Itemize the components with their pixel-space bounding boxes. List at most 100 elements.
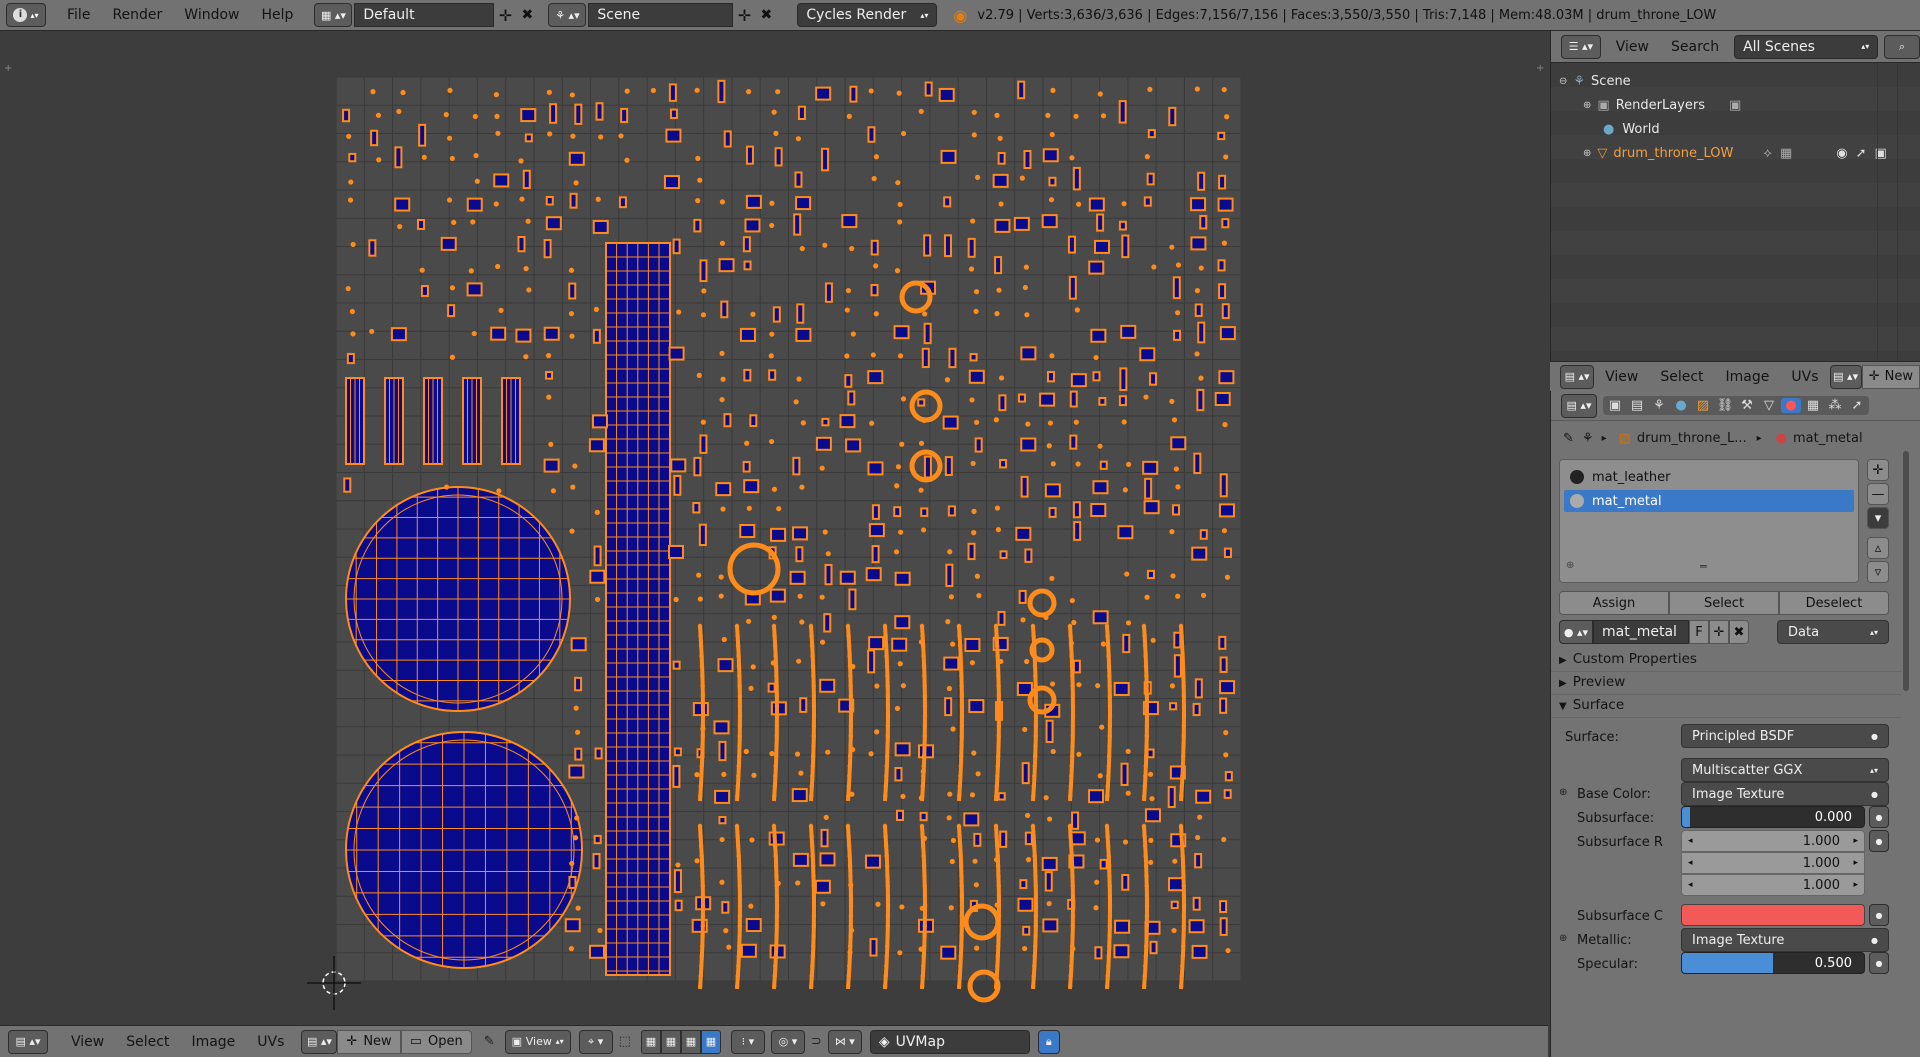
uv-vertex[interactable] [546,394,552,400]
distribution-dropdown[interactable]: Multiscatter GGX ▴▾ [1681,758,1889,782]
uv-vertex[interactable] [719,199,726,205]
uv-vertex[interactable] [771,983,777,989]
uv-vertex[interactable] [569,860,575,867]
uv-vertex[interactable] [995,863,1001,869]
region-toggle-right-icon[interactable]: + [1536,63,1544,74]
uv-map-field[interactable]: ◈ UVMap [869,1029,1030,1054]
uv-vertex[interactable] [969,660,976,666]
specular-socket-button[interactable]: ● [1869,952,1889,974]
uv-vertex[interactable] [1031,843,1037,849]
uv-vertex[interactable] [847,863,853,869]
uv-vertex[interactable] [1180,953,1185,959]
falloff-dropdown[interactable]: ◎ ▾ [770,1029,805,1054]
uv-vertex[interactable] [1144,873,1149,879]
uv-vertex[interactable] [844,307,850,313]
uv-island-small[interactable] [718,258,735,273]
uv-vertex[interactable] [994,843,1000,849]
uv-vertex[interactable] [735,783,740,789]
uv-vertex[interactable] [873,154,879,160]
uv-vertex[interactable] [1105,973,1110,979]
uv-vertex[interactable] [956,983,962,989]
menu-select[interactable]: Select [115,1034,180,1050]
uv-island-small[interactable] [466,197,483,212]
uv-vertex[interactable] [771,109,777,115]
tree-row-scene[interactable]: ⊖ ⚘ Scene [1551,69,1920,93]
uv-island-small[interactable] [1045,719,1054,743]
uv-vertex[interactable] [1181,903,1187,909]
uv-island-small[interactable] [1121,874,1130,891]
uv-island-small[interactable] [1221,218,1230,229]
uv-vertex[interactable] [1106,773,1111,779]
uv-vertex[interactable] [1033,723,1039,729]
subsurface-r-z-field[interactable]: ◂ 1.000 ▸ [1681,874,1865,896]
uv-island-small[interactable] [524,133,533,143]
uv-vertex[interactable] [772,973,777,979]
uv-vertex[interactable] [570,484,576,490]
uv-vertex[interactable] [959,913,965,919]
uv-island-small[interactable] [1223,789,1232,799]
uv-vertex[interactable] [698,633,703,639]
uv-vertex[interactable] [1048,197,1055,203]
menu-uvs[interactable]: UVs [1780,369,1829,385]
uv-vertex[interactable] [944,377,951,383]
list-filter-icon[interactable]: ⊕ [1566,560,1574,571]
uv-island-small[interactable] [969,353,978,362]
uv-vertex[interactable] [959,683,964,689]
uv-island-small[interactable] [814,879,831,894]
uv-island-small[interactable] [1143,196,1152,207]
snap-icon[interactable]: ⊃ [811,1034,822,1049]
uv-island-small[interactable] [1194,853,1203,869]
uv-vertex[interactable] [1180,663,1186,669]
uv-island-small[interactable] [543,238,552,259]
uv-island-small[interactable] [973,832,982,847]
uv-vertex[interactable] [1022,726,1028,733]
uv-vertex[interactable] [720,506,726,512]
uv-vertex[interactable] [958,953,963,959]
uv-vertex[interactable] [885,913,891,919]
uv-vertex[interactable] [996,883,1001,889]
uv-vertex[interactable] [848,873,853,879]
uv-vertex[interactable] [1144,683,1149,689]
uv-vertex[interactable] [699,763,704,769]
uv-vertex[interactable] [773,863,779,869]
new-image-button[interactable]: ✛ New [1861,364,1920,389]
island-select-icon[interactable]: ▦ [700,1029,721,1054]
world-tab-icon[interactable]: ● [1671,398,1691,413]
uv-vertex[interactable] [970,460,976,467]
slot-specials-button[interactable]: ▾ [1867,507,1889,529]
uv-vertex[interactable] [701,288,707,294]
move-slot-up-button[interactable]: ▵ [1867,537,1889,559]
uv-island-small[interactable] [699,259,708,283]
add-scene-icon[interactable]: ✛ [733,6,755,25]
uv-vertex[interactable] [495,263,501,270]
uv-vertex[interactable] [1032,863,1038,869]
remove-slot-button[interactable]: — [1867,483,1889,505]
uv-vertex[interactable] [736,763,741,769]
uv-vertex[interactable] [1142,973,1147,979]
uv-vertex[interactable] [798,770,804,776]
uv-vertex[interactable] [718,593,724,599]
uv-vertex[interactable] [1198,265,1204,271]
uv-island-small[interactable] [1146,172,1155,186]
uv-island-small[interactable] [1067,235,1076,254]
uv-vertex[interactable] [811,693,817,699]
uv-vertex[interactable] [673,596,679,603]
render-engine-dropdown[interactable]: Cycles Render ▴▾ [797,3,938,27]
uv-vertex[interactable] [1194,351,1200,357]
uv-vertex[interactable] [451,219,457,226]
uv-vertex[interactable] [421,154,427,160]
uv-vertex[interactable] [769,331,775,337]
uv-island-small[interactable] [591,414,608,429]
uv-vertex[interactable] [885,703,891,709]
uv-vertex[interactable] [971,132,977,138]
uv-vertex[interactable] [1022,945,1028,952]
uv-vertex[interactable] [776,506,782,512]
uv-vertex[interactable] [848,683,853,689]
uv-vertex[interactable] [1020,617,1026,623]
uv-vertex[interactable] [885,883,890,889]
uv-vertex[interactable] [845,623,851,629]
uv-vertex[interactable] [895,464,902,470]
uv-island-small[interactable] [568,151,585,166]
uv-vertex[interactable] [700,419,706,425]
uv-vertex[interactable] [921,653,926,659]
